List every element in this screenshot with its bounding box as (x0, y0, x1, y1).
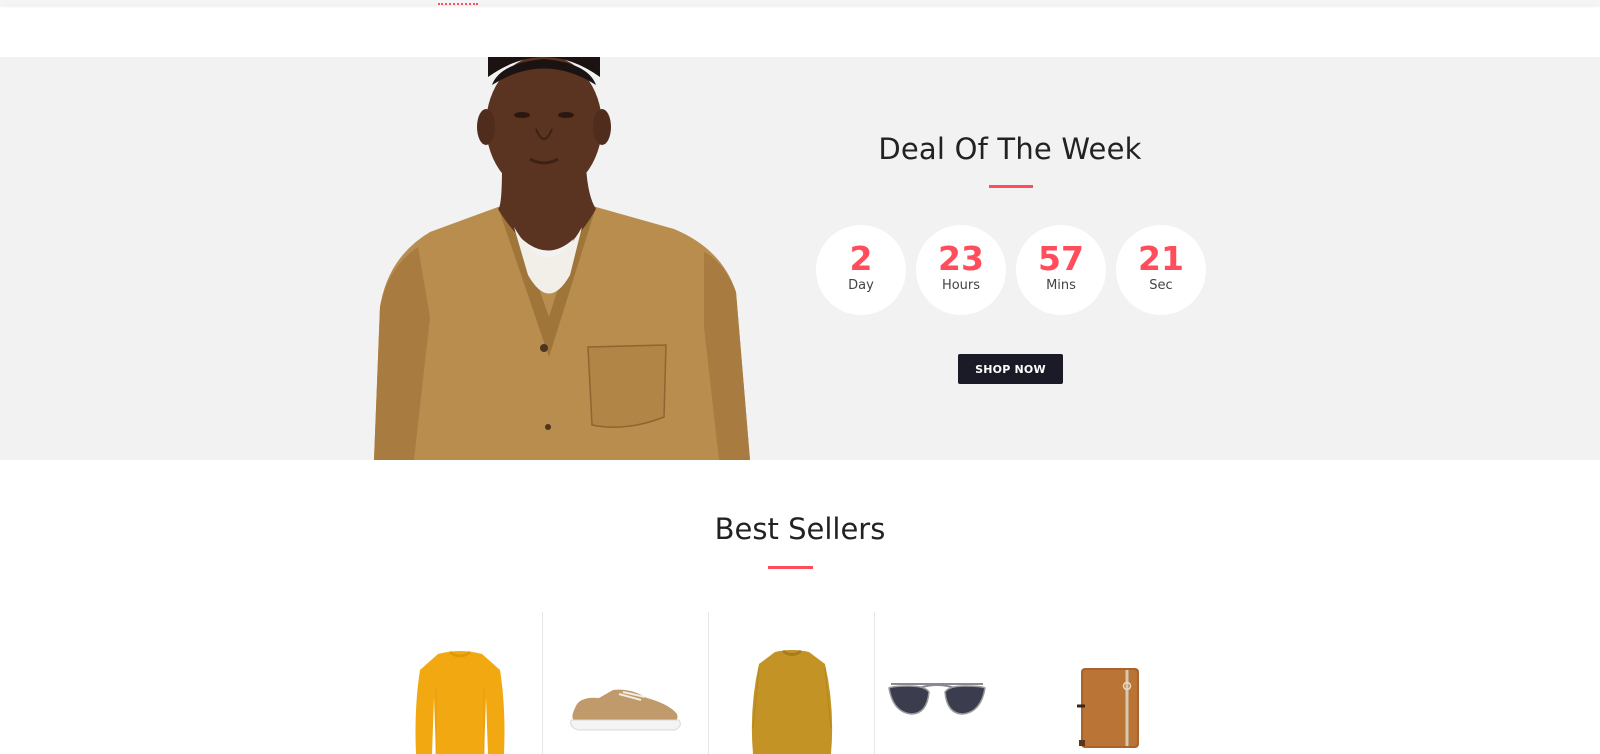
deal-title: Deal Of The Week (878, 132, 1142, 166)
mustard-dress-icon[interactable] (747, 648, 837, 754)
shop-now-button[interactable]: SHOP NOW (958, 354, 1063, 384)
countdown-hours: 23 Hours (916, 225, 1006, 315)
best-sellers-title: Best Sellers (714, 512, 886, 546)
leather-wallet-icon[interactable] (1071, 664, 1143, 750)
product-card[interactable] (377, 612, 543, 754)
countdown-mins-value: 57 (1038, 239, 1084, 278)
countdown-day-value: 2 (849, 239, 873, 278)
countdown-day-label: Day (848, 278, 874, 293)
countdown-mins-label: Mins (1046, 278, 1076, 293)
sneaker-icon[interactable] (565, 686, 687, 734)
countdown-sec-value: 21 (1138, 239, 1184, 278)
countdown-day: 2 Day (816, 225, 906, 315)
countdown-timer: 2 Day 23 Hours 57 Mins 21 Sec (816, 225, 1206, 315)
header-bottom-edge (0, 0, 1600, 5)
countdown-mins: 57 Mins (1016, 225, 1106, 315)
product-card[interactable] (875, 612, 1041, 754)
best-sellers-grid (377, 612, 1207, 754)
yellow-sweater-icon[interactable] (412, 648, 508, 754)
countdown-hours-value: 23 (938, 239, 984, 278)
countdown-sec: 21 Sec (1116, 225, 1206, 315)
model-in-cardigan-image (374, 57, 750, 460)
product-card[interactable] (709, 612, 875, 754)
product-card[interactable] (1041, 612, 1207, 754)
product-card[interactable] (543, 612, 709, 754)
countdown-hours-label: Hours (941, 278, 981, 293)
deal-title-underline (989, 185, 1033, 188)
aviator-sunglasses-icon[interactable] (885, 676, 989, 720)
best-sellers-underline (768, 566, 813, 569)
countdown-sec-label: Sec (1149, 278, 1173, 293)
nav-active-indicator (438, 0, 478, 5)
deal-of-the-week-banner: Deal Of The Week 2 Day 23 Hours 57 Mins … (0, 57, 1600, 460)
